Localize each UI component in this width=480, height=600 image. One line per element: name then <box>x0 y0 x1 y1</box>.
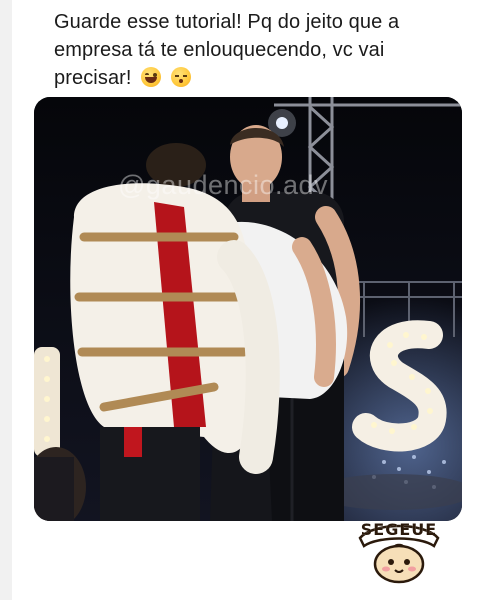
video-watermark: @gaudencio.adv <box>118 170 329 200</box>
mascot-sticker: SEGEUE <box>354 516 444 586</box>
video-player[interactable]: @gaudencio.adv <box>34 97 462 521</box>
caption-text: Guarde esse tutorial! Pq do jeito que a … <box>54 11 400 89</box>
screen-edge <box>0 0 12 600</box>
marquee-letter-fragment <box>34 347 60 457</box>
laughing-face-icon <box>141 67 162 87</box>
post-screen: Guarde esse tutorial! Pq do jeito que a … <box>0 0 480 600</box>
sticker-label: SEGEUE <box>360 520 438 539</box>
post-caption: Guarde esse tutorial! Pq do jeito que a … <box>54 8 454 92</box>
video-scene <box>34 97 462 521</box>
sleepy-face-icon <box>170 67 191 87</box>
